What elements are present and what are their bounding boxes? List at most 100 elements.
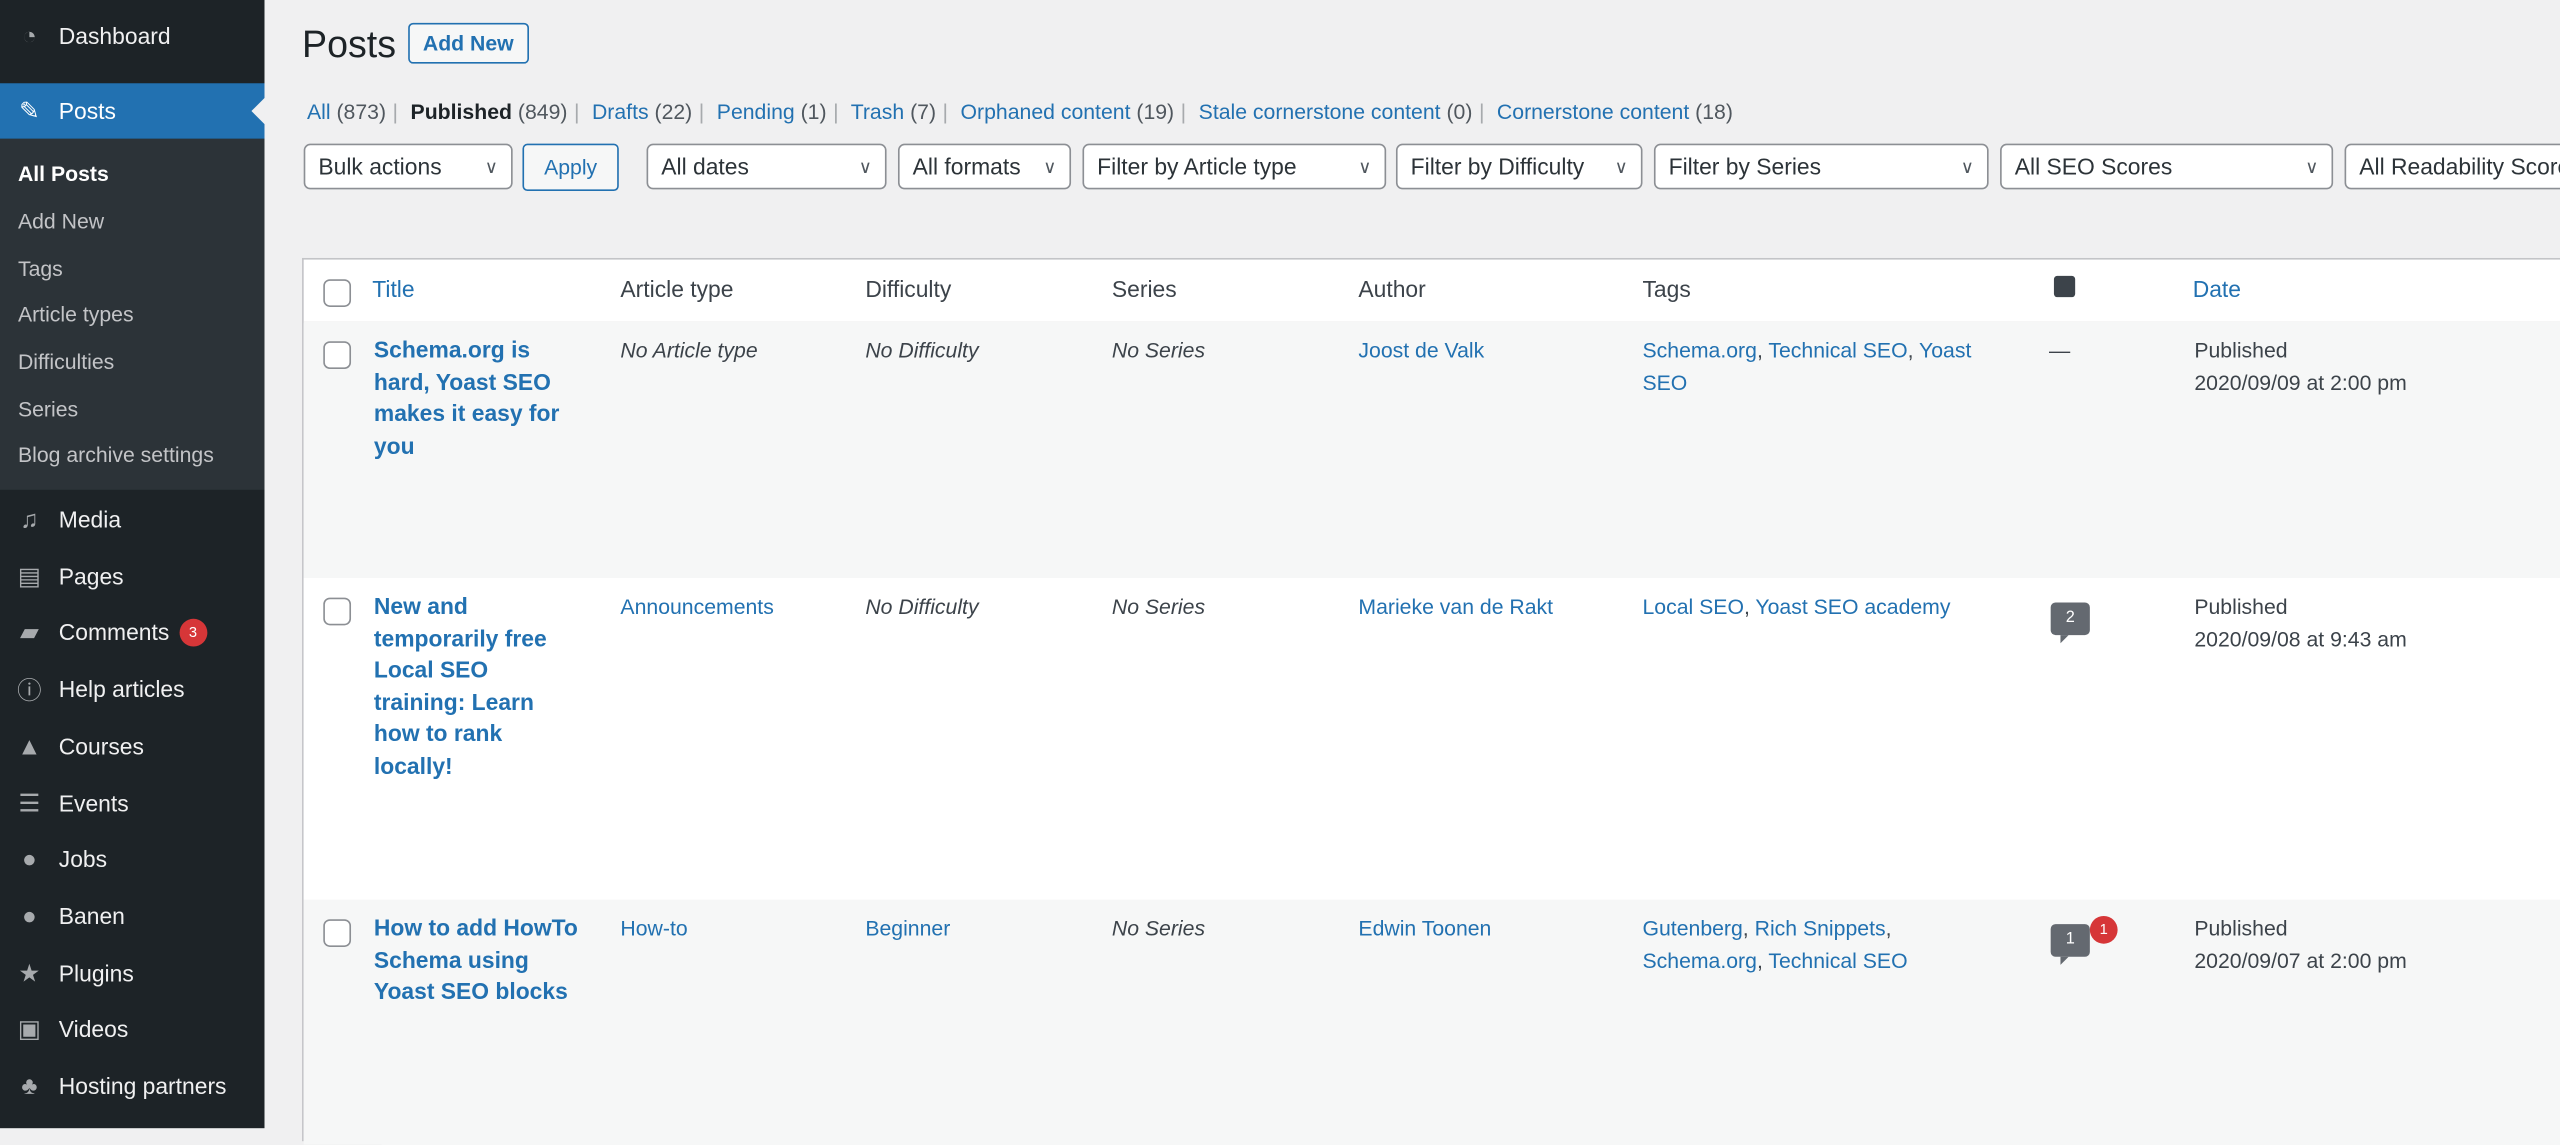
chevron-down-icon: ∨ <box>1043 157 1057 178</box>
comments-column-icon[interactable] <box>2053 275 2076 298</box>
post-title-link[interactable]: Schema.org is hard, Yoast SEO makes it e… <box>374 335 578 462</box>
star-icon: ★ <box>18 960 41 988</box>
submenu-series[interactable]: Series <box>18 397 78 421</box>
menu-hosting-partners[interactable]: ♣ Hosting partners <box>0 1058 264 1114</box>
status-drafts[interactable]: Drafts <box>592 100 649 124</box>
chevron-down-icon: ∨ <box>2305 157 2319 178</box>
events-icon: ☰ <box>18 790 41 818</box>
series: No Series <box>1111 594 1206 619</box>
person-icon: ● <box>21 844 37 873</box>
difficulty: No Difficulty <box>865 594 979 619</box>
status-stale-cornerstone[interactable]: Stale cornerstone content <box>1199 100 1441 124</box>
difficulty: No Difficulty <box>865 337 979 363</box>
menu-pages[interactable]: ▤ Pages <box>0 549 264 605</box>
submenu-all-posts[interactable]: All Posts <box>18 162 109 186</box>
article-type-select[interactable]: Filter by Article type ∨ <box>1082 143 1387 190</box>
tags: Schema.org, Technical SEO, Yoast SEO <box>1642 337 1972 395</box>
comment-icon: ▰ <box>19 618 39 647</box>
readability-scores-select[interactable]: All Readability Scores <box>2344 143 2560 190</box>
difficulty-select[interactable]: Filter by Difficulty ∨ <box>1395 143 1643 190</box>
row-checkbox[interactable] <box>323 919 352 947</box>
status-trash[interactable]: Trash <box>851 100 904 124</box>
no-comments: — <box>2049 337 2071 363</box>
media-icon: ♫ <box>20 505 39 534</box>
status-filter-links: All (873) | Published (849) | Drafts (22) |… <box>306 99 1733 125</box>
network-icon: ♣ <box>21 1071 38 1100</box>
status-cornerstone[interactable]: Cornerstone content <box>1497 100 1689 124</box>
table-row: Schema.org is hard, Yoast SEO makes it e… <box>303 321 2560 578</box>
post-title-link[interactable]: New and temporarily free Local SEO train… <box>374 591 578 782</box>
select-all-checkbox[interactable] <box>323 279 352 307</box>
pages-icon: ▤ <box>17 563 41 592</box>
info-icon: ⓘ <box>17 676 42 705</box>
chevron-down-icon: ∨ <box>1614 157 1628 178</box>
column-difficulty: Difficulty <box>865 275 952 303</box>
admin-sidebar: ◔ Dashboard ✎ Posts All Posts Add New Tags… <box>0 0 265 1129</box>
comments-count-badge: 3 <box>179 617 207 646</box>
table-row: New and temporarily free Local SEO train… <box>303 577 2560 900</box>
pending-comments-badge[interactable]: 1 <box>2089 915 2118 944</box>
courses-icon: ▲ <box>17 732 42 761</box>
submenu-article-types[interactable]: Article types <box>18 302 134 326</box>
author-link[interactable]: Joost de Valk <box>1358 335 1484 367</box>
status-all[interactable]: All <box>307 100 331 124</box>
comment-count-bubble[interactable]: 2 <box>2050 602 2090 644</box>
video-icon: ▣ <box>17 1015 41 1044</box>
status-pending[interactable]: Pending <box>717 100 795 124</box>
menu-posts[interactable]: ✎ Posts <box>0 83 265 139</box>
posts-table: Title Article type Difficulty Series Aut… <box>302 257 2560 1145</box>
pin-icon: ✎ <box>19 97 40 126</box>
chevron-down-icon: ∨ <box>1358 157 1372 178</box>
formats-select[interactable]: All formats ∨ <box>897 143 1072 190</box>
apply-button[interactable]: Apply <box>522 143 619 192</box>
tags: Local SEO, Yoast SEO academy <box>1642 594 1951 619</box>
submenu-blog-archive-settings[interactable]: Blog archive settings <box>18 442 214 466</box>
column-title[interactable]: Title <box>372 274 414 306</box>
menu-dashboard[interactable]: ◔ Dashboard <box>0 8 264 64</box>
bulk-actions-select[interactable]: Bulk actions ∨ <box>303 143 513 190</box>
difficulty-link[interactable]: Beginner <box>865 913 950 945</box>
series: No Series <box>1111 337 1206 363</box>
status-published[interactable]: Published <box>411 100 512 124</box>
column-article-type: Article type <box>620 275 734 303</box>
post-date: Published 2020/09/08 at 9:43 am <box>2194 594 2407 651</box>
author-link[interactable]: Edwin Toonen <box>1358 913 1491 945</box>
comment-count-bubble[interactable]: 1 <box>2050 924 2090 965</box>
menu-jobs[interactable]: ● Jobs <box>0 831 264 887</box>
table-header: Title Article type Difficulty Series Aut… <box>303 260 2560 324</box>
tags: Gutenberg, Rich Snippets, Schema.org, Te… <box>1642 915 1908 973</box>
chevron-down-icon: ∨ <box>484 157 498 178</box>
dates-select[interactable]: All dates ∨ <box>646 143 887 190</box>
menu-help-articles[interactable]: ⓘ Help articles <box>0 661 264 717</box>
author-link[interactable]: Marieke van de Rakt <box>1358 591 1553 623</box>
post-title-link[interactable]: How to add HowTo Schema using Yoast SEO … <box>374 913 578 1009</box>
person-icon: ● <box>21 902 37 930</box>
menu-comments[interactable]: ▰ Comments 3 <box>0 604 264 660</box>
menu-media[interactable]: ♫ Media <box>0 491 264 547</box>
row-checkbox[interactable] <box>323 341 352 369</box>
column-date[interactable]: Date <box>2193 274 2241 306</box>
row-checkbox[interactable] <box>323 597 352 626</box>
status-orphaned[interactable]: Orphaned content <box>961 100 1131 124</box>
menu-banen[interactable]: ● Banen <box>0 888 264 944</box>
menu-videos[interactable]: ▣ Videos <box>0 1001 264 1057</box>
submenu-add-new[interactable]: Add New <box>18 209 104 233</box>
menu-plugins[interactable]: ★ Plugins <box>0 945 264 1001</box>
submenu-difficulties[interactable]: Difficulties <box>18 349 114 373</box>
menu-events[interactable]: ☰ Events <box>0 776 264 832</box>
series: No Series <box>1111 915 1206 941</box>
post-date: Published 2020/09/09 at 2:00 pm <box>2194 337 2407 395</box>
article-type-link[interactable]: How-to <box>620 913 687 945</box>
posts-submenu: All Posts Add New Tags Article types Dif… <box>0 138 265 490</box>
seo-scores-select[interactable]: All SEO Scores ∨ <box>2000 143 2334 190</box>
column-series: Series <box>1111 275 1177 303</box>
article-type-link[interactable]: Announcements <box>620 591 773 623</box>
menu-courses[interactable]: ▲ Courses <box>0 718 264 774</box>
add-new-button[interactable]: Add New <box>408 22 529 64</box>
series-select[interactable]: Filter by Series ∨ <box>1653 143 1989 190</box>
page-title: Posts <box>302 22 396 66</box>
column-author: Author <box>1358 275 1426 303</box>
submenu-tags[interactable]: Tags <box>18 256 63 280</box>
chevron-down-icon: ∨ <box>1960 157 1974 178</box>
chevron-down-icon: ∨ <box>858 157 872 178</box>
